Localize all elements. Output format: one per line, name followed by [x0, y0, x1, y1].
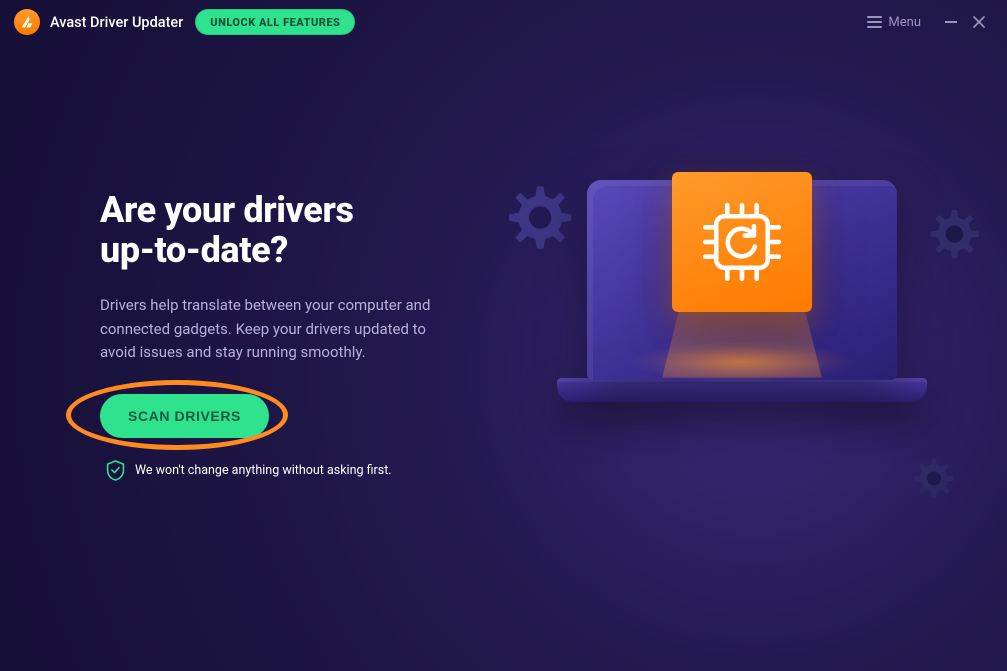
window-close-button[interactable] — [965, 8, 993, 36]
minimize-icon — [945, 21, 957, 23]
assurance-text: We won't change anything without asking … — [135, 463, 392, 478]
heading-line-1: Are your drivers — [100, 189, 354, 231]
assurance-row: We won't change anything without asking … — [106, 460, 500, 481]
avast-logo-icon — [14, 9, 40, 35]
close-icon — [973, 16, 985, 28]
chip-refresh-icon — [672, 172, 812, 312]
gear-icon — [497, 180, 577, 260]
app-title: Avast Driver Updater — [50, 14, 183, 31]
window-minimize-button[interactable] — [937, 8, 965, 36]
menu-button[interactable]: Menu — [867, 15, 921, 30]
unlock-all-features-button[interactable]: UNLOCK ALL FEATURES — [195, 9, 355, 35]
gear-icon — [921, 205, 983, 267]
gear-icon — [907, 455, 957, 505]
shield-check-icon — [106, 460, 125, 481]
heading-line-2: up-to-date? — [100, 229, 288, 271]
page-description: Drivers help translate between your comp… — [100, 294, 460, 364]
hero-illustration — [487, 150, 967, 510]
laptop-illustration — [557, 180, 927, 402]
scan-drivers-button[interactable]: SCAN DRIVERS — [100, 394, 269, 438]
page-heading: Are your drivers up-to-date? — [100, 190, 500, 271]
menu-label: Menu — [888, 15, 921, 30]
hamburger-icon — [867, 16, 882, 28]
title-bar: Avast Driver Updater UNLOCK ALL FEATURES… — [0, 0, 1007, 44]
